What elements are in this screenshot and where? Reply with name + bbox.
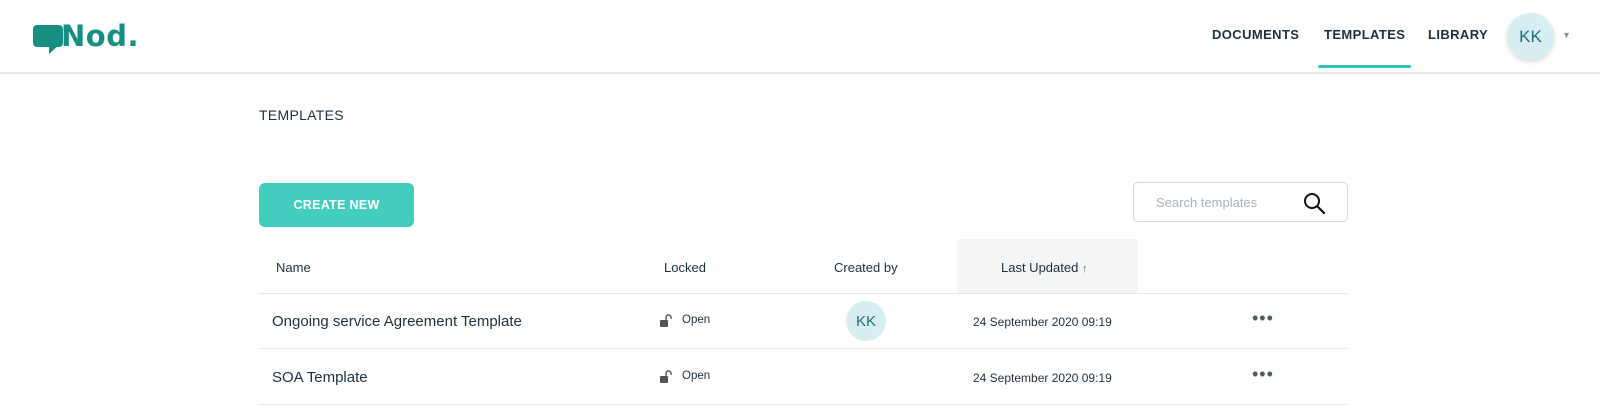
user-avatar[interactable]: KK	[1507, 13, 1554, 60]
column-header-locked[interactable]: Locked	[664, 260, 706, 275]
column-header-name[interactable]: Name	[276, 260, 311, 275]
nod-logo[interactable]: Nod.	[33, 19, 139, 54]
column-header-last-updated-label: Last Updated	[1001, 260, 1079, 275]
unlocked-icon	[660, 314, 672, 327]
more-options-icon[interactable]: •••	[1252, 365, 1274, 383]
search-icon[interactable]	[1302, 191, 1326, 215]
create-new-button[interactable]: CREATE NEW	[259, 183, 414, 227]
nav-documents[interactable]: DOCUMENTS	[1212, 27, 1299, 42]
column-header-created-by[interactable]: Created by	[834, 260, 898, 275]
speech-bubble-icon	[33, 25, 63, 54]
search-box	[1133, 182, 1348, 222]
table-row[interactable]: SOA Template Open 24 September 2020 09:1…	[259, 350, 1347, 405]
more-options-icon[interactable]: •••	[1252, 309, 1274, 327]
last-updated-date: 24 September 2020 09:19	[973, 315, 1112, 329]
page-title: TEMPLATES	[259, 107, 344, 123]
last-updated-date: 24 September 2020 09:19	[973, 371, 1112, 385]
template-name[interactable]: SOA Template	[272, 369, 368, 386]
nav-active-indicator	[1318, 65, 1411, 68]
template-name[interactable]: Ongoing service Agreement Template	[272, 313, 522, 330]
lock-status: Open	[682, 370, 711, 382]
sort-ascending-icon: ↑	[1081, 263, 1088, 275]
top-navigation-bar: Nod. DOCUMENTS TEMPLATES LIBRARY KK ▼	[0, 0, 1600, 74]
unlocked-icon	[660, 370, 672, 383]
nav-templates[interactable]: TEMPLATES	[1324, 27, 1405, 42]
search-input[interactable]	[1156, 183, 1306, 221]
logo-text: Nod.	[61, 19, 139, 53]
creator-avatar: KK	[846, 301, 886, 341]
lock-status: Open	[682, 314, 711, 326]
column-header-last-updated[interactable]: Last Updated ↑	[1001, 260, 1087, 275]
chevron-down-icon[interactable]: ▼	[1562, 30, 1571, 40]
table-row[interactable]: Ongoing service Agreement Template Open …	[259, 294, 1347, 349]
nav-library[interactable]: LIBRARY	[1428, 27, 1488, 42]
